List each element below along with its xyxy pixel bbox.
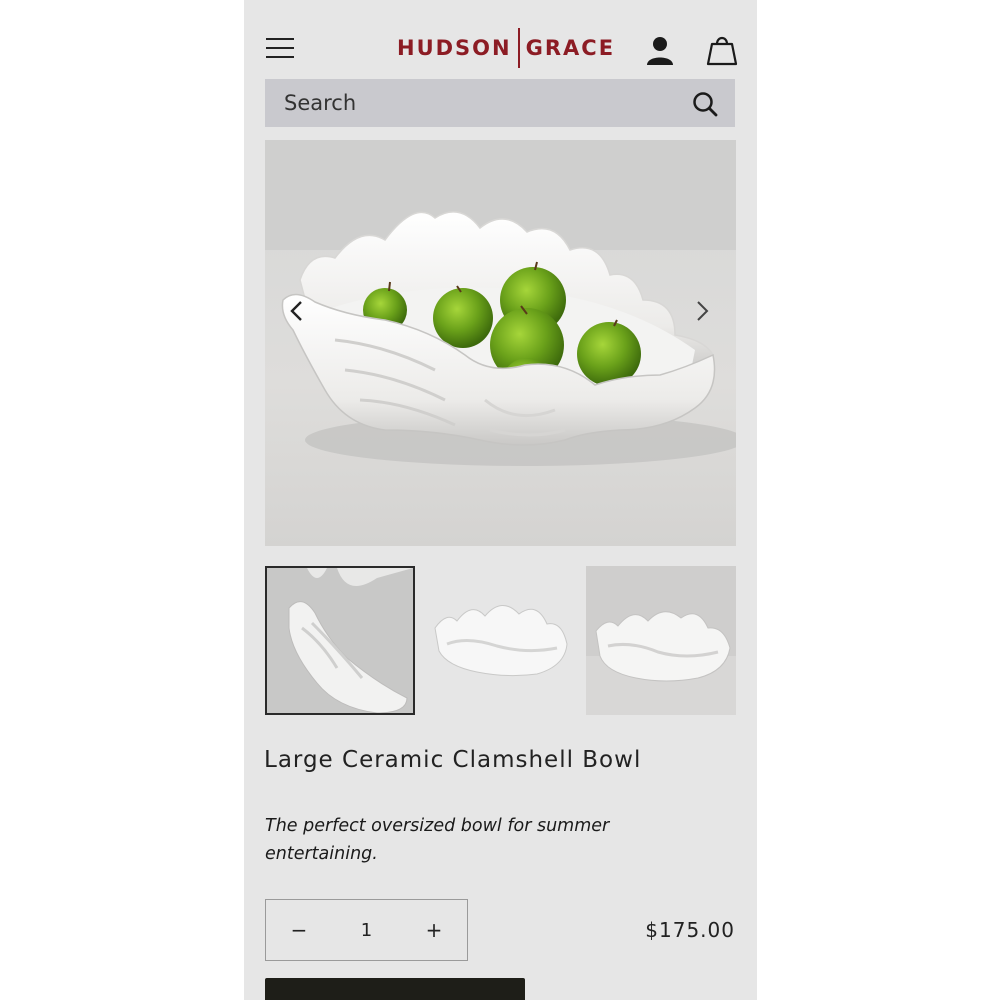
search-bar — [265, 79, 735, 127]
product-description: The perfect oversized bowl for summer en… — [265, 816, 610, 864]
search-icon[interactable] — [691, 90, 719, 118]
quantity-stepper: − 1 + — [265, 899, 468, 961]
hamburger-menu-icon[interactable] — [266, 36, 296, 60]
bowl-side-detail-thumbnail — [267, 568, 413, 713]
quantity-value[interactable]: 1 — [342, 920, 392, 941]
increase-quantity-button[interactable]: + — [401, 918, 467, 942]
brand-name-right: GRACE — [525, 36, 616, 60]
bowl-front-thumbnail — [427, 566, 577, 715]
decrease-quantity-button[interactable]: − — [266, 918, 332, 942]
clamshell-bowl-with-apples-image — [265, 140, 736, 466]
shopping-bag-icon[interactable] — [706, 32, 738, 68]
left-margin — [0, 0, 244, 1000]
thumbnail-1-selected[interactable] — [265, 566, 415, 715]
add-to-cart-button[interactable] — [265, 978, 525, 1000]
product-page: HUDSON GRACE Search Large Ceramic Clamsh… — [244, 0, 757, 1000]
product-main-image — [265, 140, 736, 546]
product-title: Large Ceramic Clamshell Bowl — [264, 747, 642, 773]
brand-divider — [517, 28, 520, 68]
brand-logo[interactable]: HUDSON GRACE — [397, 28, 615, 68]
chevron-right-icon[interactable] — [690, 296, 714, 326]
bowl-angle-thumbnail — [586, 566, 736, 715]
product-price: $175.00 — [645, 918, 735, 942]
search-input[interactable] — [282, 82, 666, 124]
right-margin — [757, 0, 1000, 1000]
brand-name-left: HUDSON — [397, 36, 512, 60]
chevron-left-icon[interactable] — [285, 296, 309, 326]
user-icon[interactable] — [644, 34, 676, 68]
thumbnail-2[interactable] — [427, 566, 577, 715]
thumbnail-3[interactable] — [586, 566, 736, 715]
